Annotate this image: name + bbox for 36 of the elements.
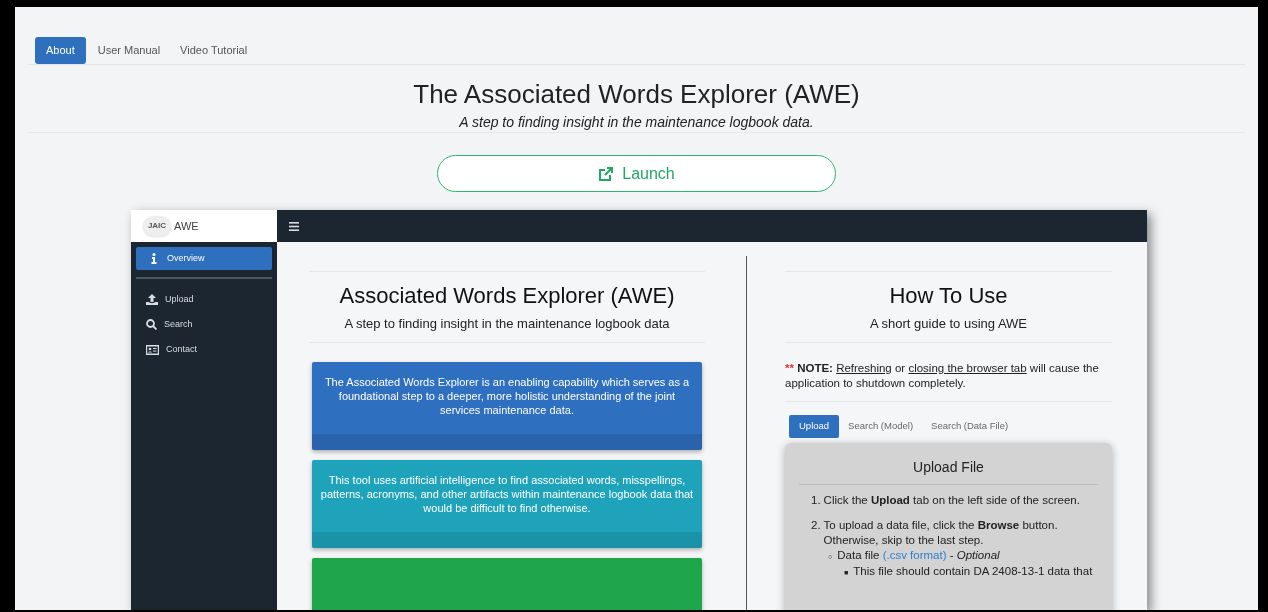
menu-icon[interactable]: [289, 221, 299, 231]
card-title: Upload File: [799, 456, 1098, 485]
external-link-icon: [598, 165, 615, 182]
sidebar-item[interactable]: Contact: [136, 337, 272, 362]
card-text: This tool uses artificial intelligence to find associated words, misspellings, patterns, acronyms, and other artifacts within maintenance logbook data that would be difficult to find otherwise.: [320, 472, 694, 515]
note-text: ** NOTE: Refreshing or closing the browser tab will cause the application to shutdown completely.: [785, 360, 1100, 391]
section-subtitle: A step to finding insight in the maintenance logbook data: [344, 315, 670, 333]
info-icon: [149, 253, 159, 264]
nav-tab[interactable]: Video Tutorial: [172, 37, 256, 64]
section-title: How To Use: [889, 282, 1008, 310]
step-text: Click the Upload tab on the left side of the screen.: [823, 492, 1080, 508]
section-subtitle: A short guide to using AWE: [869, 315, 1028, 333]
step-text: To upload a data file, click the Browse button. Otherwise, skip to the last step.: [823, 517, 1059, 548]
tab[interactable]: Search (Data File): [922, 414, 1018, 438]
step-number: 2.: [811, 517, 821, 533]
search-icon: [146, 319, 157, 330]
link[interactable]: closing the browser tab: [908, 361, 1027, 374]
logo: JAIC: [143, 216, 171, 236]
id-card-icon: [146, 344, 159, 355]
page-subtitle: A step to finding insight in the maintenance logbook data.: [459, 113, 814, 132]
tab[interactable]: Upload: [789, 414, 840, 438]
list-item-text: Data file (.csv format) - Optional: [837, 547, 1000, 563]
tab[interactable]: Search (Model): [839, 414, 923, 438]
step-number: 1.: [811, 492, 821, 508]
sidebar-item[interactable]: Upload: [136, 287, 272, 312]
page-title: The Associated Words Explorer (AWE): [413, 78, 860, 111]
upload-icon: [146, 294, 158, 305]
list-item-text: This file should contain DA 2408-13-1 data that: [853, 563, 1093, 579]
nav-tab[interactable]: About: [35, 37, 86, 64]
section-title: Associated Words Explorer (AWE): [339, 282, 675, 310]
link[interactable]: Refreshing: [836, 361, 892, 374]
nav-tab[interactable]: User Manual: [89, 37, 169, 64]
sidebar-item[interactable]: Search: [136, 312, 272, 337]
sidebar-item[interactable]: Overview: [136, 247, 272, 270]
card-text: The Associated Words Explorer is an enabling capability which serves as a foundational step to a deeper, more holistic understanding of the joint services maintenance data.: [323, 374, 691, 417]
app-name: AWE: [174, 218, 199, 234]
